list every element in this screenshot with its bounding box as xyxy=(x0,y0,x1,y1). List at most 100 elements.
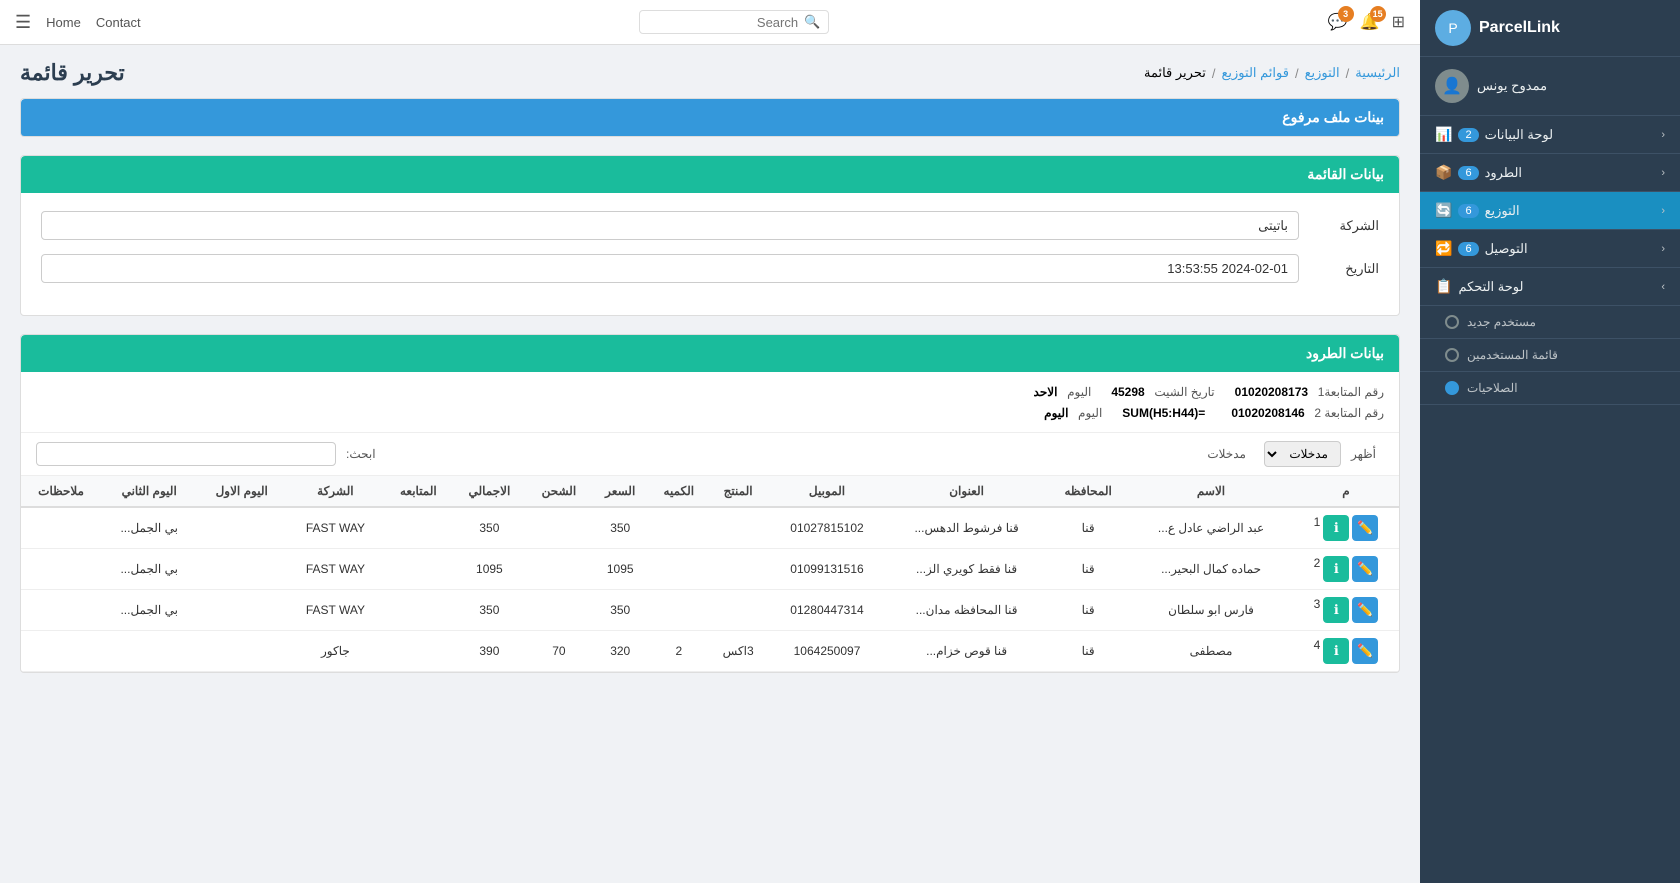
chevron-icon: ‹ xyxy=(1661,129,1665,141)
page-content: الرئيسية / التوزيع / قوائم التوزيع / تحر… xyxy=(0,45,1420,883)
parcels-badge: 6 xyxy=(1458,166,1478,180)
sidebar-item-new-user[interactable]: مستخدم جديد xyxy=(1420,306,1680,339)
sidebar-item-permissions[interactable]: الصلاحيات xyxy=(1420,372,1680,405)
col-mobile: الموبيل xyxy=(768,476,886,507)
contact-link[interactable]: Contact xyxy=(96,15,141,30)
radio-icon xyxy=(1445,315,1459,329)
date-row: التاريخ xyxy=(41,254,1379,283)
parcels-icon: 📦 xyxy=(1435,164,1452,181)
search-label: ابحث: xyxy=(346,447,376,461)
page-title: تحرير قائمة xyxy=(20,60,125,86)
sheet-date-value: 45298 xyxy=(1111,385,1144,399)
sidebar-item-delivery[interactable]: ‹ التوصيل 6 🔁 xyxy=(1420,230,1680,268)
col-total: الاجمالي xyxy=(452,476,527,507)
breadcrumb-lists[interactable]: قوائم التوزيع xyxy=(1221,65,1288,81)
col-tracking: المتابعه xyxy=(385,476,453,507)
main-area: ⊞ 🔔 15 💬 3 🔍 Contact Home ☰ الرئيسية / xyxy=(0,0,1420,883)
company-input[interactable] xyxy=(41,211,1299,240)
user-name: ممدوح يونس xyxy=(1477,78,1547,94)
list-data-card: بيانات القائمة الشركة التاريخ xyxy=(20,155,1400,316)
col-qty: الكميه xyxy=(649,476,708,507)
search-box: 🔍 xyxy=(639,10,829,34)
tracking2-value: 01020208146 xyxy=(1231,406,1304,420)
today-value: اليوم xyxy=(1044,406,1068,420)
sidebar-item-control[interactable]: › لوحة التحكم 📋 xyxy=(1420,268,1680,306)
table-row: ✏️ ℹ 2 حماده كمال البحير... قنا قنا فقط … xyxy=(21,549,1399,590)
radio-icon xyxy=(1445,381,1459,395)
topnav: ⊞ 🔔 15 💬 3 🔍 Contact Home ☰ xyxy=(0,0,1420,45)
edit-button[interactable]: ✏️ xyxy=(1352,597,1378,623)
search-input[interactable] xyxy=(648,15,798,30)
delivery-icon: 🔁 xyxy=(1435,240,1452,257)
info-button[interactable]: ℹ xyxy=(1323,515,1349,541)
dashboard-icon: 📊 xyxy=(1435,126,1452,143)
dashboard-badge: 2 xyxy=(1458,128,1478,142)
edit-button[interactable]: ✏️ xyxy=(1352,515,1378,541)
table-row: ✏️ ℹ 4 مصطفى قنا قنا قوص خزام... 1064250… xyxy=(21,631,1399,672)
control-icon: 📋 xyxy=(1435,278,1452,295)
delivery-badge: 6 xyxy=(1458,242,1478,256)
uploaded-file-header: بينات ملف مرفوع xyxy=(21,99,1399,136)
tracking1-label: رقم المتابعة1 xyxy=(1318,385,1384,399)
app-logo: P xyxy=(1435,10,1471,46)
grid-icon[interactable]: ⊞ xyxy=(1392,12,1405,32)
col-num: م xyxy=(1293,476,1399,507)
sheet-date-label: تاريخ الشيت xyxy=(1154,385,1214,399)
home-link[interactable]: Home xyxy=(46,15,81,30)
sidebar-item-users-list[interactable]: قائمة المستخدمين xyxy=(1420,339,1680,372)
sidebar-item-parcels[interactable]: ‹ الطرود 6 📦 xyxy=(1420,154,1680,192)
breadcrumb-current: تحرير قائمة xyxy=(1144,65,1206,81)
info-button[interactable]: ℹ xyxy=(1323,638,1349,664)
col-name: الاسم xyxy=(1129,476,1293,507)
chevron-icon: ‹ xyxy=(1661,243,1665,255)
radio-icon xyxy=(1445,348,1459,362)
menu-icon[interactable]: ☰ xyxy=(15,12,31,33)
col-company: الشركة xyxy=(286,476,384,507)
show-label: أظهر xyxy=(1351,447,1376,461)
edit-button[interactable]: ✏️ xyxy=(1352,638,1378,664)
chevron-down-icon: › xyxy=(1661,281,1665,293)
col-gov: المحافظه xyxy=(1047,476,1129,507)
table-search-input[interactable] xyxy=(36,442,336,466)
col-address: العنوان xyxy=(886,476,1047,507)
notifications-button[interactable]: 🔔 15 xyxy=(1360,12,1380,32)
info-button[interactable]: ℹ xyxy=(1323,597,1349,623)
chevron-icon: ‹ xyxy=(1661,205,1665,217)
distribution-icon: 🔄 xyxy=(1435,202,1452,219)
chevron-icon: ‹ xyxy=(1661,167,1665,179)
tracking1-value: 01020208173 xyxy=(1235,385,1308,399)
parcels-card: بيانات الطرود رقم المتابعة1 01020208173 … xyxy=(20,334,1400,673)
col-day1: اليوم الاول xyxy=(197,476,286,507)
sheet-sum-value: =SUM(H5:H44) xyxy=(1122,406,1205,420)
breadcrumb-distribution[interactable]: التوزيع xyxy=(1305,65,1340,81)
sidebar-item-distribution[interactable]: ‹ التوزيع 6 🔄 xyxy=(1420,192,1680,230)
search-icon: 🔍 xyxy=(804,14,820,30)
info-button[interactable]: ℹ xyxy=(1323,556,1349,582)
uploaded-file-card: بينات ملف مرفوع xyxy=(20,98,1400,137)
list-data-header: بيانات القائمة xyxy=(21,156,1399,193)
edit-button[interactable]: ✏️ xyxy=(1352,556,1378,582)
entries-select[interactable]: مدخلات 5 10 25 50 xyxy=(1264,441,1341,467)
tracking2-label: رقم المتابعة 2 xyxy=(1314,406,1384,420)
notification-count: 15 xyxy=(1370,6,1386,22)
app-title: ParcelLink xyxy=(1479,19,1560,37)
sidebar-header: ParcelLink P xyxy=(1420,0,1680,57)
date-input[interactable] xyxy=(41,254,1299,283)
breadcrumb-home[interactable]: الرئيسية xyxy=(1355,65,1400,81)
messages-button[interactable]: 💬 3 xyxy=(1328,12,1348,32)
col-shipping: الشحن xyxy=(527,476,591,507)
company-row: الشركة xyxy=(41,211,1379,240)
sidebar-item-dashboard[interactable]: ‹ لوحة البيانات 2 📊 xyxy=(1420,116,1680,154)
today-label: اليوم xyxy=(1078,406,1102,420)
day-label: اليوم xyxy=(1067,385,1091,399)
col-day2: اليوم الثاني xyxy=(101,476,197,507)
day-value: الاحد xyxy=(1034,385,1058,399)
col-product: المنتج xyxy=(708,476,768,507)
col-notes: ملاحظات xyxy=(21,476,101,507)
distribution-badge: 6 xyxy=(1458,204,1478,218)
filter-row: أظهر مدخلات 5 10 25 50 مدخلات ابحث: xyxy=(21,433,1399,476)
sidebar: ParcelLink P ممدوح يونس 👤 ‹ لوحة البيانا… xyxy=(1420,0,1680,883)
col-price: السعر xyxy=(591,476,649,507)
company-label: الشركة xyxy=(1309,218,1379,234)
parcels-table: م الاسم المحافظه العنوان الموبيل المنتج … xyxy=(21,476,1399,672)
